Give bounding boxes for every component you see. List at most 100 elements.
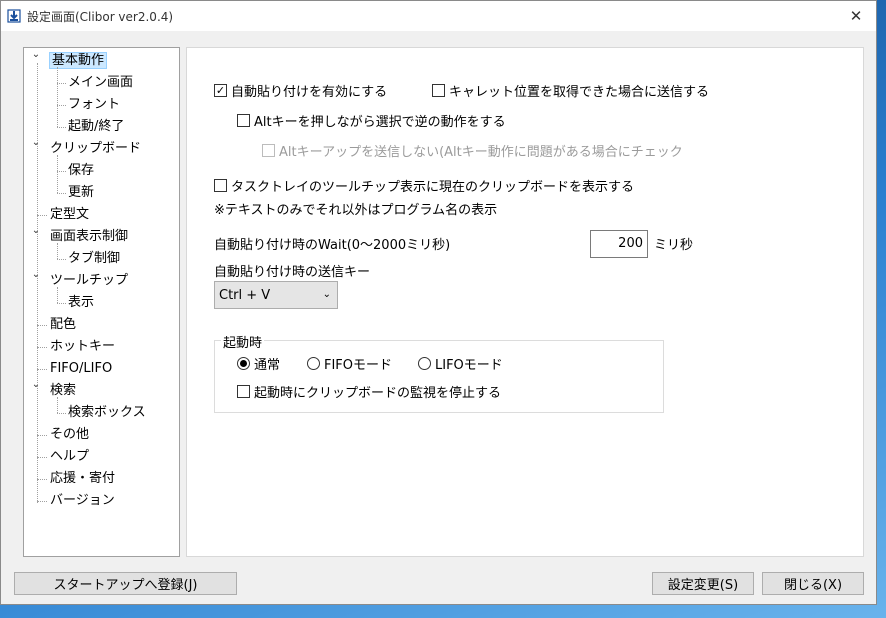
tree-connector (57, 67, 58, 127)
tree-item-label: その他 (50, 427, 90, 442)
title-bar: 設定画面(Clibor ver2.0.4) ✕ (1, 1, 876, 31)
tree-item-label: バージョン (50, 493, 115, 508)
tree-item[interactable]: その他 (50, 425, 89, 445)
tree-item-label: クリップボード (50, 141, 142, 156)
tree-connector (37, 479, 47, 480)
mode-lifo-radio[interactable] (418, 357, 431, 370)
tree-connector (57, 127, 66, 128)
tree-item[interactable]: 起動/終了 (68, 117, 124, 137)
tree-item[interactable]: 画面表示制御 (50, 227, 128, 247)
mode-normal-label: 通常 (254, 358, 281, 373)
tree-item[interactable]: ヘルプ (50, 447, 89, 467)
tree-connector (57, 397, 58, 413)
mode-lifo-option[interactable]: LIFOモード (418, 354, 503, 373)
tree-item[interactable]: 定型文 (50, 205, 89, 225)
window-title: 設定画面(Clibor ver2.0.4) (27, 9, 174, 24)
expand-chevron-icon[interactable]: ⌄ (30, 137, 42, 148)
mode-fifo-label: FIFOモード (324, 358, 393, 373)
tree-item-label: 起動/終了 (68, 119, 125, 134)
tree-item[interactable]: ホットキー (50, 337, 115, 357)
alt-keyup-option: Altキーアップを送信しない(Altキー動作に問題がある場合にチェック (262, 141, 683, 160)
tree-item[interactable]: フォント (68, 95, 120, 115)
expand-chevron-icon[interactable]: ⌄ (30, 379, 42, 390)
chevron-down-icon: ⌄ (322, 289, 331, 300)
tree-item[interactable]: クリップボード (50, 139, 141, 159)
settings-panel: ✓ 自動貼り付けを有効にする キャレット位置を取得できた場合に送信する Altキ… (186, 47, 864, 557)
tree-item-label: フォント (68, 97, 121, 112)
tree-connector (37, 347, 47, 348)
tree-item-label: タブ制御 (68, 251, 121, 266)
tree-item-label: 配色 (50, 317, 77, 332)
stop-monitor-label: 起動時にクリップボードの監視を停止する (254, 386, 502, 401)
tree-connector (37, 369, 47, 370)
tree-item[interactable]: バージョン (50, 491, 115, 511)
tasktray-checkbox[interactable] (214, 179, 227, 192)
startup-group-title: 起動時 (221, 332, 265, 351)
expand-chevron-icon[interactable]: ⌄ (30, 49, 42, 60)
tree-item[interactable]: 検索ボックス (68, 403, 146, 423)
register-startup-button[interactable]: スタートアップへ登録(J) (14, 572, 237, 595)
mode-fifo-radio[interactable] (307, 357, 320, 370)
tree-item[interactable]: FIFO/LIFO (50, 359, 112, 379)
tree-item-label: 検索 (50, 383, 77, 398)
tree-connector (57, 243, 58, 259)
tree-connector (57, 259, 66, 260)
mode-normal-radio[interactable] (237, 357, 250, 370)
tree-item[interactable]: 検索 (50, 381, 76, 401)
tree-item-label: ヘルプ (50, 449, 90, 464)
settings-tree[interactable]: 基本動作 ⌄ メイン画面フォント起動/終了クリップボード ⌄ 保存 更新 定型文画面表示制御… (23, 47, 180, 557)
startup-group: 起動時 通常 FIFOモード LIFOモード 起動時にクリップボードの監視を停止… (214, 332, 664, 413)
apply-button[interactable]: 設定変更(S) (652, 572, 754, 595)
alt-reverse-checkbox[interactable] (237, 114, 250, 127)
stop-monitor-checkbox[interactable] (237, 385, 250, 398)
alt-keyup-label: Altキーアップを送信しない(Altキー動作に問題がある場合にチェック (279, 145, 683, 160)
caret-label: キャレット位置を取得できた場合に送信する (449, 85, 710, 100)
wait-label: 自動貼り付け時のWait(0～2000ミリ秒) (214, 238, 451, 253)
alt-reverse-option[interactable]: Altキーを押しながら選択で逆の動作をする (237, 111, 506, 130)
tree-connector (37, 63, 38, 503)
tree-item-label: 表示 (68, 295, 95, 310)
tree-item[interactable]: 応援・寄付 (50, 469, 115, 489)
expand-chevron-icon[interactable]: ⌄ (30, 225, 42, 236)
auto-paste-option[interactable]: ✓ 自動貼り付けを有効にする (214, 81, 387, 100)
expand-chevron-icon[interactable]: ⌄ (30, 269, 42, 280)
tasktray-note: ※テキストのみでそれ以外はプログラム名の表示 (214, 203, 498, 218)
tasktray-label: タスクトレイのツールチップ表示に現在のクリップボードを表示する (231, 180, 635, 195)
close-window-icon[interactable]: ✕ (836, 1, 876, 31)
auto-paste-checkbox[interactable]: ✓ (214, 84, 227, 97)
tree-item[interactable]: 更新 (68, 183, 94, 203)
tree-connector (37, 215, 47, 216)
tree-connector (57, 155, 58, 193)
caret-option[interactable]: キャレット位置を取得できた場合に送信する (432, 81, 709, 100)
auto-paste-label: 自動貼り付けを有効にする (231, 85, 388, 100)
close-button[interactable]: 閉じる(X) (762, 572, 864, 595)
tree-item-label: 検索ボックス (68, 405, 146, 420)
tree-item-label: 基本動作 (48, 52, 108, 69)
mode-fifo-option[interactable]: FIFOモード (307, 354, 392, 373)
tree-item-label: 画面表示制御 (50, 229, 129, 244)
tree-item[interactable]: 配色 (50, 315, 76, 335)
mode-normal-option[interactable]: 通常 (237, 354, 280, 373)
tree-item-label: ツールチップ (50, 273, 129, 288)
tree-item[interactable]: 保存 (68, 161, 94, 181)
tree-connector (37, 435, 47, 436)
tree-connector (57, 287, 58, 303)
tree-item[interactable]: メイン画面 (68, 73, 133, 93)
tree-connector (37, 325, 47, 326)
tree-connector (57, 193, 66, 194)
tree-connector (37, 457, 47, 458)
tasktray-option[interactable]: タスクトレイのツールチップ表示に現在のクリップボードを表示する (214, 176, 634, 195)
tree-item-label: ホットキー (50, 339, 116, 354)
tree-item[interactable]: ツールチップ (50, 271, 128, 291)
wait-input[interactable]: 200 (590, 230, 648, 258)
tree-item-label: FIFO/LIFO (50, 361, 113, 376)
tree-item[interactable]: 表示 (68, 293, 94, 313)
caret-checkbox[interactable] (432, 84, 445, 97)
send-key-label: 自動貼り付け時の送信キー (214, 265, 371, 280)
tree-item[interactable]: 基本動作 (48, 51, 108, 71)
tree-connector (57, 171, 66, 172)
stop-monitor-option[interactable]: 起動時にクリップボードの監視を停止する (237, 382, 501, 401)
tree-item[interactable]: タブ制御 (68, 249, 120, 269)
tree-connector (57, 105, 66, 106)
send-key-select[interactable]: Ctrl + V ⌄ (214, 281, 338, 309)
